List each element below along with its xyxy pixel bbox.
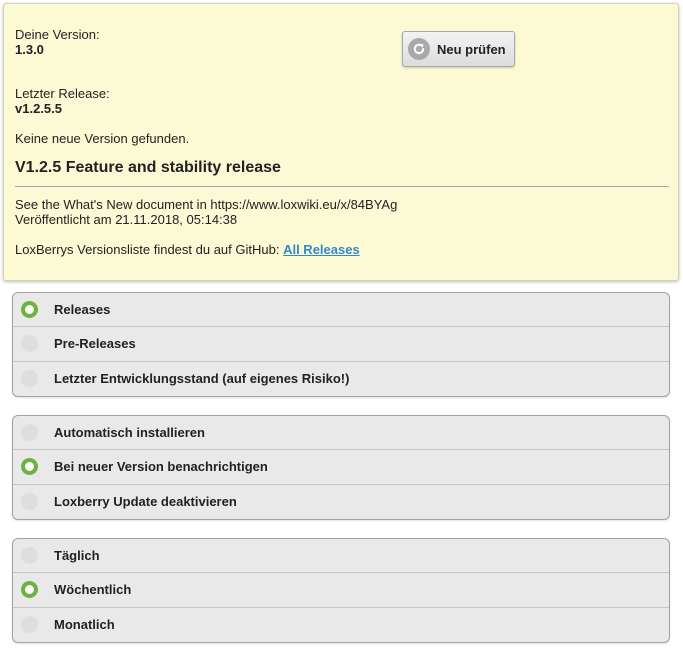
your-version-value: 1.3.0 — [15, 42, 44, 57]
radio-icon — [21, 301, 38, 319]
option-latest-development[interactable]: Letzter Entwicklungsstand (auf eigenes R… — [13, 362, 669, 396]
github-line: LoxBerrys Versionsliste findest du auf G… — [15, 242, 360, 257]
radio-icon — [21, 493, 38, 511]
option-label: Loxberry Update deaktivieren — [54, 494, 237, 510]
option-label: Pre-Releases — [54, 336, 136, 352]
radio-icon — [21, 458, 38, 476]
radio-icon — [21, 581, 38, 599]
option-label: Bei neuer Version benachrichtigen — [54, 459, 268, 475]
check-again-label: Neu prüfen — [437, 41, 506, 57]
option-pre-releases[interactable]: Pre-Releases — [13, 327, 669, 362]
latest-release-value: v1.2.5.5 — [15, 101, 62, 116]
release-channel-group: Releases Pre-Releases Letzter Entwicklun… — [12, 292, 670, 397]
option-notify[interactable]: Bei neuer Version benachrichtigen — [13, 450, 669, 485]
check-interval-group: Täglich Wöchentlich Monatlich — [12, 538, 670, 643]
your-version-label: Deine Version: — [15, 27, 100, 42]
status-message: Keine neue Version gefunden. — [15, 131, 190, 146]
option-label: Wöchentlich — [54, 582, 132, 598]
option-label: Automatisch installieren — [54, 425, 205, 441]
option-label: Letzter Entwicklungsstand (auf eigenes R… — [54, 371, 350, 387]
check-again-button[interactable]: Neu prüfen — [402, 31, 515, 67]
option-label: Monatlich — [54, 617, 115, 633]
radio-icon — [21, 547, 38, 565]
option-auto-install[interactable]: Automatisch installieren — [13, 416, 669, 451]
all-releases-link[interactable]: All Releases — [283, 242, 360, 257]
option-disable-update[interactable]: Loxberry Update deaktivieren — [13, 485, 669, 519]
published-date: Veröffentlicht am 21.11.2018, 05:14:38 — [15, 212, 238, 227]
option-monthly[interactable]: Monatlich — [13, 608, 669, 642]
option-releases[interactable]: Releases — [13, 293, 669, 328]
release-note: See the What's New document in https://w… — [15, 197, 398, 212]
option-label: Täglich — [54, 548, 100, 564]
option-label: Releases — [54, 302, 111, 318]
install-mode-group: Automatisch installieren Bei neuer Versi… — [12, 415, 670, 520]
version-info-panel: Deine Version: 1.3.0 Letzter Release: v1… — [3, 3, 679, 281]
github-text: LoxBerrys Versionsliste findest du auf G… — [15, 242, 284, 257]
radio-icon — [21, 616, 38, 634]
option-weekly[interactable]: Wöchentlich — [13, 573, 669, 608]
refresh-icon — [408, 38, 430, 60]
latest-release-label: Letzter Release: — [15, 86, 110, 101]
divider — [15, 186, 669, 187]
option-daily[interactable]: Täglich — [13, 539, 669, 574]
radio-icon — [21, 424, 38, 442]
radio-icon — [21, 335, 38, 353]
radio-icon — [21, 370, 38, 388]
release-title: V1.2.5 Feature and stability release — [15, 159, 281, 176]
